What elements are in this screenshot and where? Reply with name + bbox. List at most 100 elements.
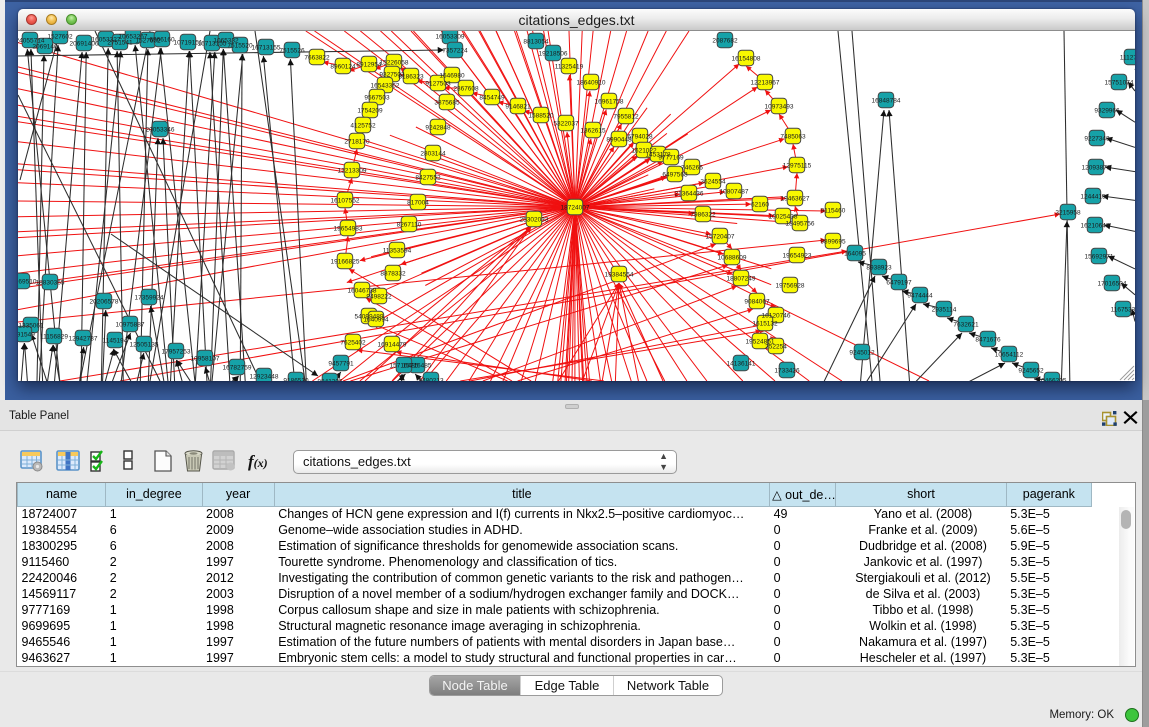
svg-text:1335061: 1335061: [18, 323, 44, 330]
svg-text:11325419: 11325419: [555, 64, 584, 71]
svg-text:25302033: 25302033: [520, 217, 549, 224]
svg-text:10975887: 10975887: [116, 322, 145, 329]
svg-text:7632621: 7632621: [953, 322, 979, 329]
svg-text:7515526: 7515526: [279, 48, 305, 55]
svg-text:12505135: 12505135: [130, 342, 159, 349]
svg-text:18495756: 18495756: [786, 221, 815, 228]
svg-text:6497568: 6497568: [662, 172, 688, 179]
svg-text:9474444: 9474444: [907, 293, 933, 300]
svg-text:10654112: 10654112: [995, 352, 1024, 359]
svg-text:15692971: 15692971: [1085, 254, 1114, 261]
svg-text:16120746: 16120746: [762, 313, 791, 320]
svg-text:817004: 817004: [407, 200, 429, 207]
svg-text:2087682: 2087682: [712, 38, 738, 45]
svg-text:19166825: 19166825: [331, 259, 360, 266]
svg-text:19463627: 19463627: [781, 196, 810, 203]
svg-text:6479197: 6479197: [886, 280, 912, 287]
svg-text:9084067: 9084067: [744, 299, 770, 306]
svg-text:9245012: 9245012: [849, 350, 875, 357]
svg-text:9480213: 9480213: [418, 378, 444, 382]
svg-text:62160: 62160: [751, 202, 769, 209]
svg-text:8427552: 8427552: [415, 175, 441, 182]
svg-text:16107552: 16107552: [331, 198, 360, 205]
svg-text:9329966: 9329966: [1094, 108, 1120, 115]
svg-text:15751074: 15751074: [1105, 80, 1134, 87]
svg-text:19654983: 19654983: [334, 226, 363, 233]
svg-text:9899695: 9899695: [820, 239, 846, 246]
svg-text:18640910: 18640910: [577, 80, 606, 87]
svg-text:1244415: 1244415: [1080, 194, 1106, 201]
svg-text:9567503: 9567503: [364, 95, 390, 102]
svg-text:1362615: 1362615: [580, 128, 606, 135]
svg-text:9186530: 9186530: [283, 378, 309, 382]
svg-text:1112744: 1112744: [1120, 55, 1135, 62]
svg-text:16053309: 16053309: [436, 34, 465, 41]
svg-text:11353594: 11353594: [383, 248, 412, 255]
svg-text:8938923: 8938923: [866, 265, 892, 272]
svg-text:1588520: 1588520: [528, 113, 554, 120]
svg-text:1615132: 1615132: [752, 321, 778, 328]
svg-text:4125752: 4125752: [350, 123, 376, 130]
svg-text:15226058: 15226058: [380, 60, 409, 67]
svg-text:252254: 252254: [765, 344, 787, 351]
svg-text:14136141: 14136141: [727, 361, 756, 368]
svg-text:3875685: 3875685: [434, 100, 460, 107]
svg-text:19654923: 19654923: [783, 253, 812, 260]
svg-text:2718170: 2718170: [344, 139, 370, 146]
svg-text:9777169: 9777169: [658, 155, 684, 162]
svg-text:391549: 391549: [18, 332, 35, 339]
svg-text:2803144: 2803144: [420, 151, 446, 158]
svg-text:9245652: 9245652: [1018, 368, 1044, 375]
svg-text:5322037: 5322037: [553, 121, 579, 128]
svg-text:7955812: 7955812: [613, 114, 639, 121]
svg-text:9146821: 9146821: [505, 104, 531, 111]
svg-text:3215958: 3215958: [1055, 210, 1081, 217]
svg-text:2751541: 2751541: [107, 40, 133, 47]
svg-text:21364436: 21364436: [675, 191, 704, 198]
svg-text:1754209: 1754209: [357, 108, 383, 115]
svg-text:16210643: 16210643: [1081, 223, 1110, 230]
svg-text:16713155: 16713155: [252, 45, 281, 52]
svg-text:10025438: 10025438: [769, 214, 798, 221]
svg-text:9242848: 9242848: [425, 125, 451, 132]
svg-text:8841205: 8841205: [317, 379, 343, 382]
svg-text:8186323: 8186323: [398, 74, 424, 81]
svg-text:19756928: 19756928: [776, 283, 805, 290]
svg-text:8813054: 8813054: [523, 39, 549, 46]
svg-text:16782759: 16782759: [223, 365, 252, 372]
svg-text:6966160: 6966160: [149, 37, 175, 44]
svg-text:746266: 746266: [681, 165, 703, 172]
svg-text:10958107: 10958107: [191, 356, 220, 363]
svg-text:7663822: 7663822: [304, 55, 330, 62]
svg-text:12923448: 12923448: [250, 374, 279, 381]
svg-text:12975115: 12975115: [783, 163, 812, 170]
svg-text:8454749: 8454749: [479, 95, 505, 102]
svg-text:9127503: 9127503: [425, 81, 451, 88]
svg-text:1527602: 1527602: [47, 34, 73, 41]
svg-text:12093873: 12093873: [1082, 165, 1111, 172]
svg-text:2367608: 2367608: [453, 86, 479, 93]
svg-text:10688609: 10688609: [718, 255, 747, 262]
svg-text:1640994: 1640994: [363, 317, 389, 324]
svg-text:164095: 164095: [844, 251, 866, 258]
svg-text:7986322: 7986322: [690, 212, 716, 219]
svg-text:1145194: 1145194: [103, 338, 128, 345]
svg-text:9227343: 9227343: [1084, 136, 1110, 143]
svg-text:9115460: 9115460: [821, 208, 846, 215]
svg-text:19384554: 19384554: [605, 272, 634, 279]
svg-text:1546980: 1546980: [439, 73, 465, 80]
svg-text:10466205: 10466205: [1038, 378, 1067, 382]
svg-text:7625402: 7625402: [340, 340, 366, 347]
svg-text:16848784: 16848784: [872, 98, 901, 105]
svg-text:7485063: 7485063: [780, 134, 806, 141]
svg-text:18724007: 18724007: [561, 205, 590, 212]
svg-text:8912954: 8912954: [356, 62, 382, 69]
svg-text:18830365: 18830365: [36, 280, 65, 287]
svg-text:19218506: 19218506: [539, 51, 568, 58]
svg-text:8267110: 8267110: [397, 222, 422, 229]
svg-text:10807487: 10807487: [720, 189, 749, 196]
svg-text:17016504: 17016504: [1098, 281, 1127, 288]
svg-text:26169510: 26169510: [18, 279, 37, 286]
svg-text:3624554: 3624554: [700, 179, 726, 186]
svg-text:10973493: 10973493: [765, 104, 794, 111]
